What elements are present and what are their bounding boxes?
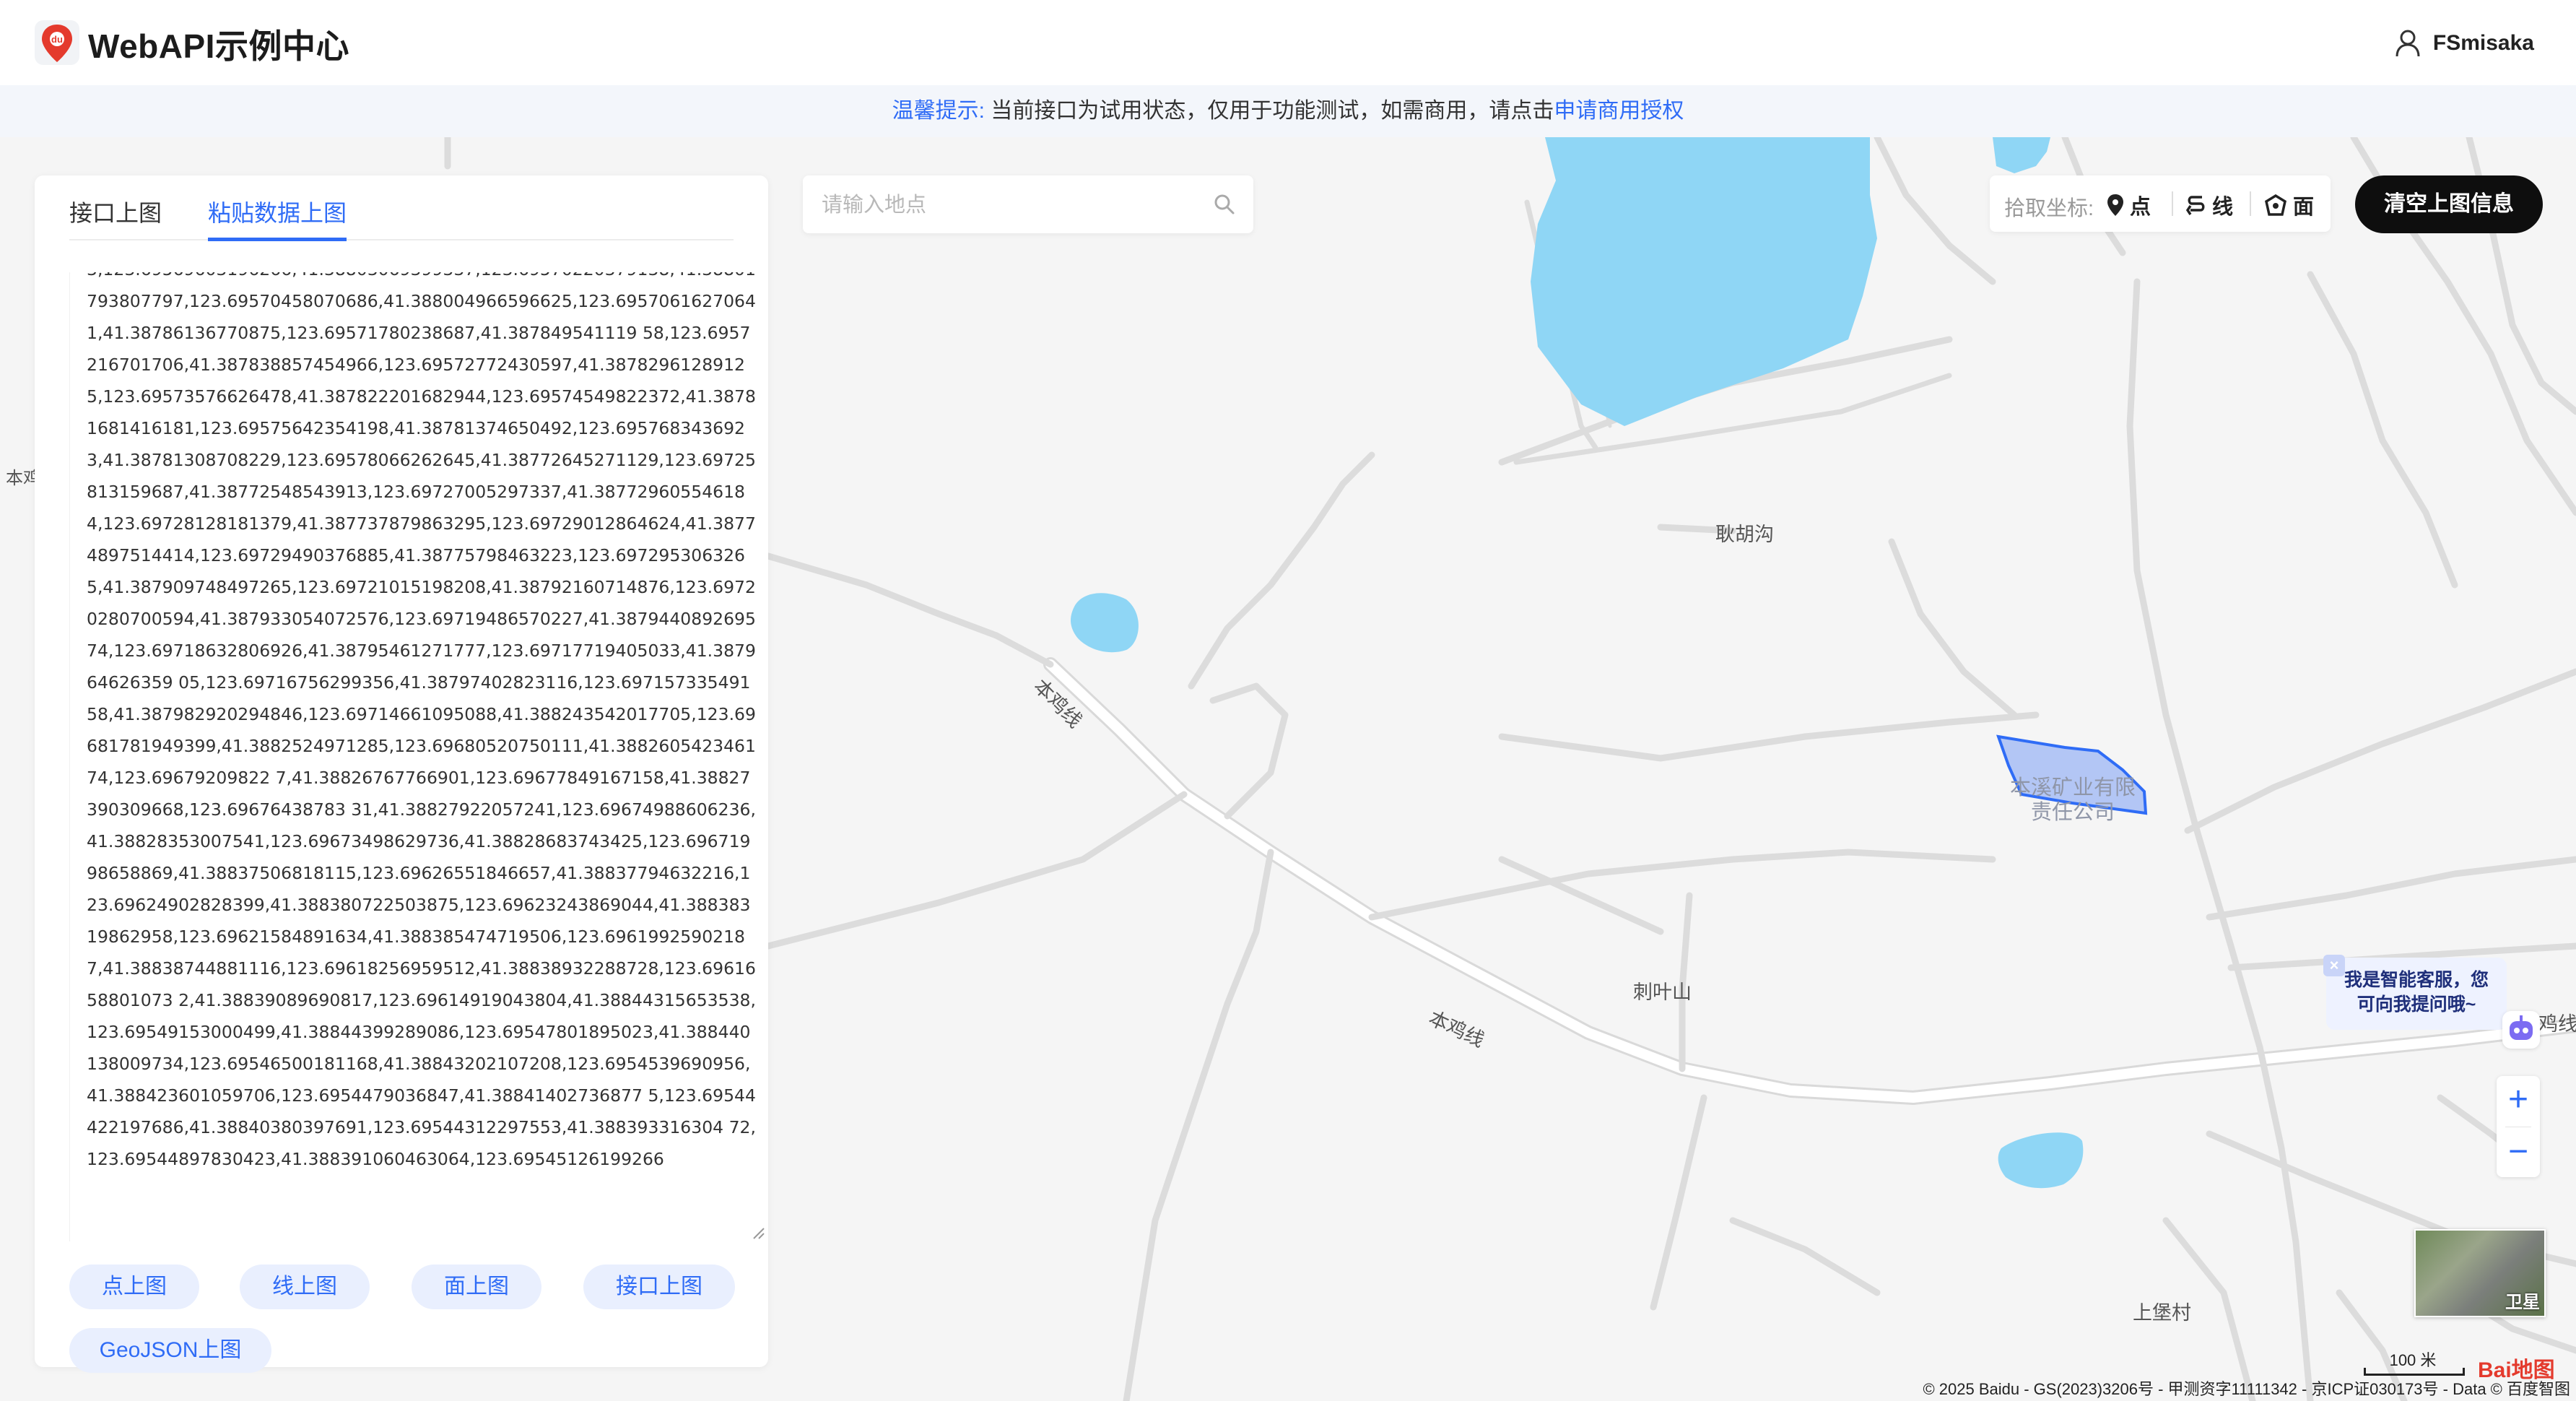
pick-polygon-label: 面 bbox=[2293, 196, 2315, 219]
map-label-ciyeshan: 刺叶山 bbox=[1633, 981, 1692, 1003]
notice-hint: 温馨提示: bbox=[892, 99, 985, 123]
coordinate-data-text: 3,123.69569603196266,41.38803069399337,1… bbox=[87, 272, 756, 1169]
polygon-label: 本溪矿业有限 责任公司 bbox=[2004, 776, 2141, 825]
apply-license-link[interactable]: 申请商用授权 bbox=[1554, 99, 1684, 123]
coordinate-data-textarea[interactable]: 3,123.69569603196266,41.38803069399337,1… bbox=[69, 272, 768, 1237]
left-panel: 接口上图 粘贴数据上图 3,123.69569603196266,41.3880… bbox=[35, 175, 768, 1373]
tab-api-map[interactable]: 接口上图 bbox=[69, 196, 162, 238]
notice-message: 当前接口为试用状态，仅用于功能测试，如需商用，请点击 bbox=[991, 99, 1554, 123]
location-pin-icon bbox=[2107, 194, 2123, 216]
assistant-text-1: 我是智能客服，您 bbox=[2344, 970, 2489, 990]
zoom-in-icon[interactable]: + bbox=[2497, 1076, 2540, 1124]
polygon-area-icon bbox=[2265, 194, 2286, 216]
place-search-box[interactable] bbox=[803, 175, 1253, 233]
polygon-label-line-2: 责任公司 bbox=[2030, 801, 2115, 824]
point-map-button[interactable]: 点上图 bbox=[69, 1265, 199, 1309]
place-search-input[interactable] bbox=[820, 186, 1198, 225]
satellite-toggle[interactable]: 卫星 bbox=[2414, 1229, 2546, 1317]
pick-coordinate-toolbar: 拾取坐标: 点 线 面 bbox=[1990, 175, 2331, 232]
username: FSmisaka bbox=[2432, 31, 2534, 55]
scale-bar bbox=[2364, 1368, 2465, 1376]
geojson-map-button[interactable]: GeoJSON上图 bbox=[69, 1328, 271, 1373]
divider bbox=[2172, 191, 2173, 216]
search-icon[interactable] bbox=[1213, 193, 1236, 216]
clear-map-button[interactable]: 清空上图信息 bbox=[2355, 175, 2543, 233]
map-label-shangbaocun: 上堡村 bbox=[2133, 1302, 2191, 1324]
map-scale: 100 米 bbox=[2362, 1348, 2465, 1376]
scale-label: 100 米 bbox=[2389, 1351, 2437, 1369]
map-label-benjixian: 鸡线 bbox=[2538, 1013, 2576, 1035]
zoom-out-icon[interactable]: − bbox=[2497, 1128, 2540, 1176]
pick-coordinate-label: 拾取坐标: bbox=[2004, 197, 2094, 220]
divider bbox=[2250, 191, 2251, 216]
polygon-map-button[interactable]: 面上图 bbox=[412, 1265, 541, 1309]
pick-line-option[interactable]: 线 bbox=[2186, 190, 2233, 220]
pick-polygon-option[interactable]: 面 bbox=[2264, 190, 2314, 220]
baidu-map-logo-icon: du bbox=[35, 20, 79, 65]
user-icon bbox=[2396, 30, 2420, 57]
notice-bar: 温馨提示: 当前接口为试用状态，仅用于功能测试，如需商用，请点击申请商用授权 bbox=[0, 85, 2576, 137]
polygon-label-line-1: 本溪矿业有限 bbox=[2009, 776, 2136, 799]
line-map-button[interactable]: 线上图 bbox=[240, 1265, 370, 1309]
map-label-gengehugou: 耿胡沟 bbox=[1715, 524, 1774, 545]
app-title: WebAPI示例中心 bbox=[88, 27, 349, 65]
resize-grip-icon[interactable] bbox=[749, 1224, 765, 1240]
robot-assistant-icon[interactable] bbox=[2502, 1011, 2540, 1049]
pick-point-label: 点 bbox=[2130, 196, 2151, 219]
pick-point-option[interactable]: 点 bbox=[2107, 190, 2151, 220]
top-header: du WebAPI示例中心 FSmisaka bbox=[0, 0, 2576, 86]
panel-tabs: 接口上图 粘贴数据上图 bbox=[69, 196, 734, 241]
map-copyright: © 2025 Baidu - GS(2023)3206号 - 甲测资字11111… bbox=[1923, 1380, 2570, 1398]
api-map-button[interactable]: 接口上图 bbox=[583, 1265, 735, 1309]
assistant-bubble[interactable]: × 我是智能客服，您 可向我提问哦~ bbox=[2323, 955, 2507, 1030]
user-menu[interactable]: FSmisaka bbox=[2396, 27, 2534, 59]
close-icon[interactable]: × bbox=[2323, 955, 2345, 976]
assistant-text-2: 可向我提问哦~ bbox=[2357, 994, 2476, 1015]
zoom-control: + − bbox=[2497, 1076, 2540, 1177]
satellite-label: 卫星 bbox=[2505, 1293, 2540, 1312]
tab-paste-data-map[interactable]: 粘贴数据上图 bbox=[208, 196, 347, 241]
pick-line-label: 线 bbox=[2212, 196, 2234, 219]
line-route-icon bbox=[2186, 196, 2205, 215]
svg-text:du: du bbox=[51, 34, 63, 45]
